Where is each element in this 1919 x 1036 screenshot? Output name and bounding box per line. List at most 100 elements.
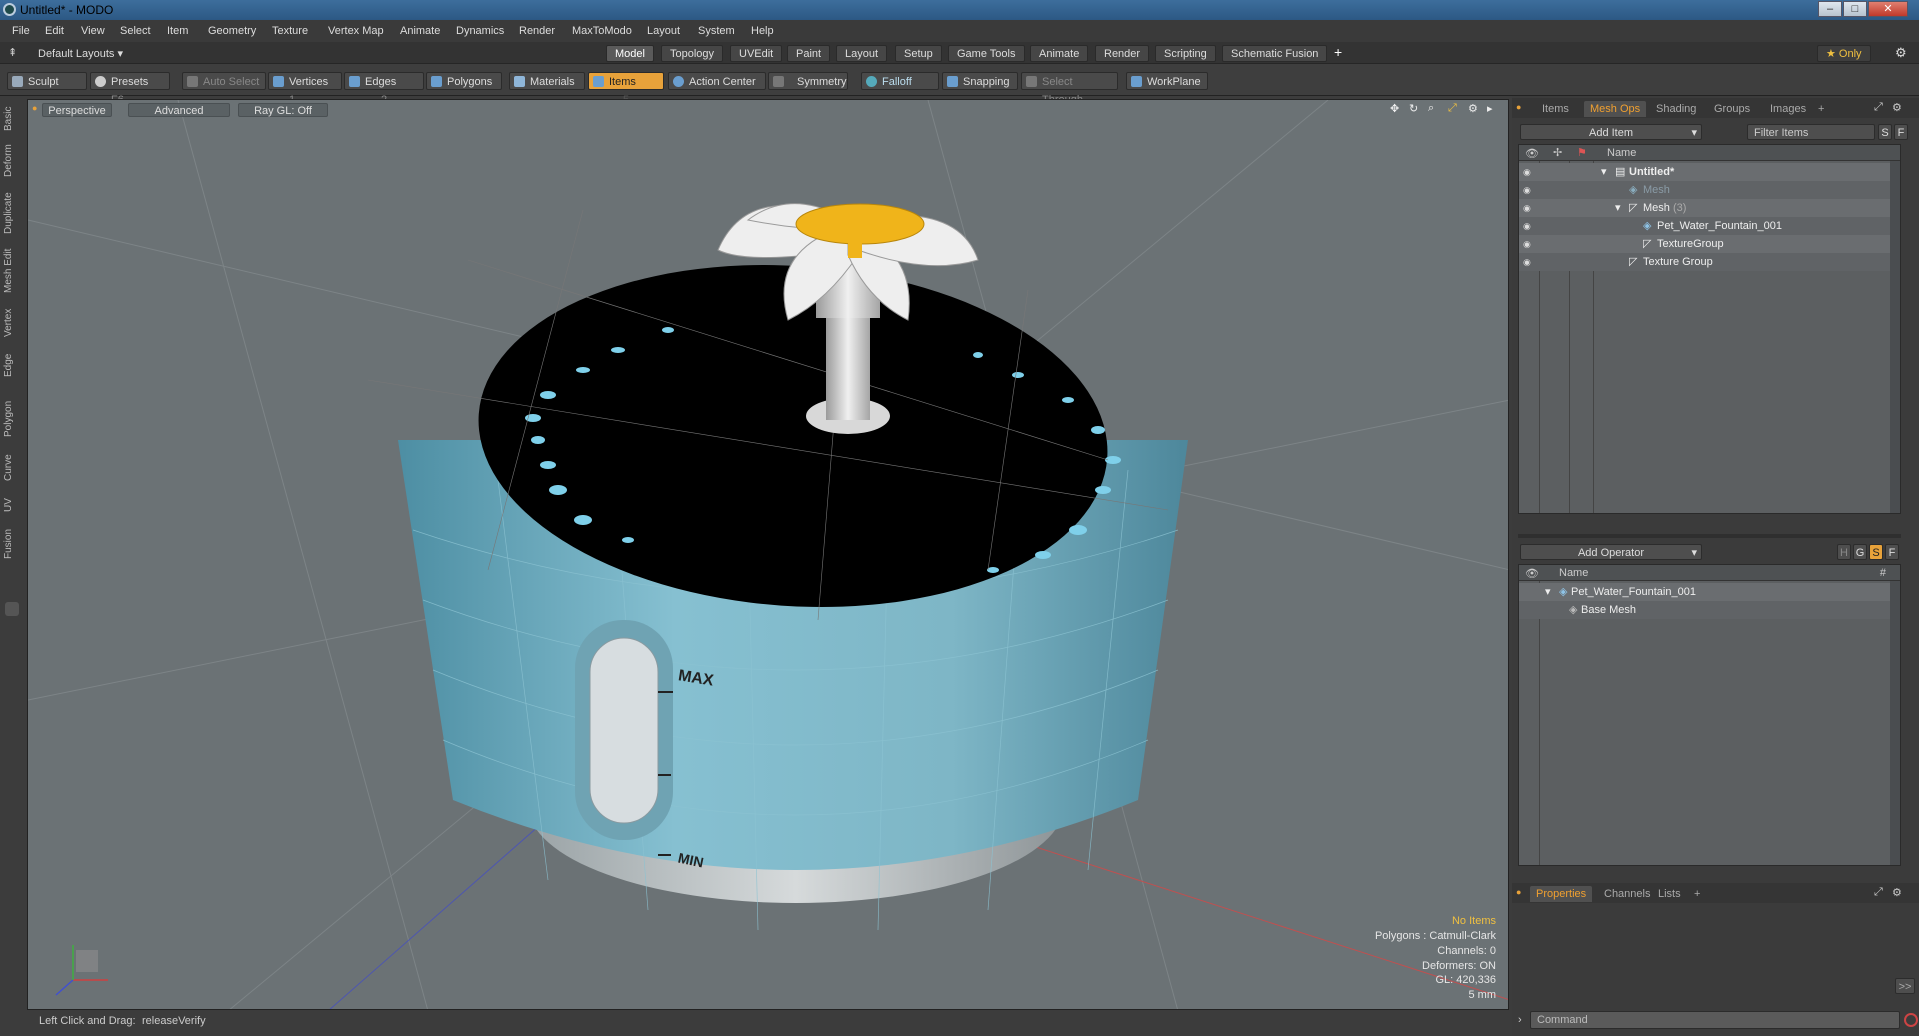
add-tab-button[interactable]: + bbox=[1334, 44, 1342, 60]
menu-dynamics[interactable]: Dynamics bbox=[456, 25, 504, 37]
presets-button[interactable]: Presets F6 bbox=[90, 72, 170, 106]
tab-animate[interactable]: Animate bbox=[1030, 45, 1089, 62]
menu-select[interactable]: Select bbox=[120, 25, 151, 37]
move-view-icon[interactable]: ✥ bbox=[1390, 102, 1399, 115]
item-row-texturegroup[interactable]: ◉ ◸ TextureGroup bbox=[1519, 235, 1900, 253]
panel-expand-icon[interactable]: ⤢ bbox=[1874, 886, 1883, 899]
menu-maxtomodo[interactable]: MaxToModo bbox=[572, 25, 632, 37]
tab-groups[interactable]: Groups bbox=[1708, 101, 1756, 117]
sculpt-button[interactable]: Sculpt bbox=[7, 72, 87, 90]
filter-s-button[interactable]: S bbox=[1878, 124, 1892, 140]
menu-help[interactable]: Help bbox=[751, 25, 774, 37]
tab-topology[interactable]: Topology bbox=[661, 45, 724, 62]
items-button[interactable]: Items 5 bbox=[588, 72, 664, 106]
eye-icon[interactable]: ◉ bbox=[1523, 203, 1533, 213]
fit-view-icon[interactable]: ⤢ bbox=[1448, 102, 1457, 115]
layout-selector[interactable]: Default Layouts ▾ bbox=[38, 47, 123, 60]
panel-menu-icon[interactable]: ● bbox=[1516, 887, 1521, 897]
falloff-button[interactable]: Falloff bbox=[861, 72, 939, 90]
expand-properties-button[interactable]: >> bbox=[1895, 978, 1915, 994]
gear-icon[interactable]: ⚙ bbox=[1895, 45, 1907, 61]
tab-paint[interactable]: Paint bbox=[787, 45, 831, 62]
tab-deform[interactable]: Deform bbox=[3, 142, 20, 180]
panel-expand-icon[interactable]: ⤢ bbox=[1874, 101, 1883, 114]
meshops-s-button[interactable]: S bbox=[1869, 544, 1883, 560]
menu-vertex-map[interactable]: Vertex Map bbox=[328, 25, 384, 37]
tab-vertex[interactable]: Vertex bbox=[3, 304, 20, 342]
tab-properties[interactable]: Properties bbox=[1530, 886, 1593, 902]
menu-view[interactable]: View bbox=[81, 25, 105, 37]
tab-shading[interactable]: Shading bbox=[1650, 101, 1702, 117]
menu-item[interactable]: Item bbox=[167, 25, 188, 37]
menu-animate[interactable]: Animate bbox=[400, 25, 440, 37]
meshops-h-button[interactable]: H bbox=[1837, 544, 1851, 560]
raygl-button[interactable]: Ray GL: Off bbox=[238, 103, 328, 117]
advanced-button[interactable]: Advanced bbox=[128, 103, 230, 117]
eye-icon[interactable]: ◉ bbox=[1523, 221, 1533, 231]
close-button[interactable]: ✕ bbox=[1868, 1, 1908, 17]
item-row-texture-group[interactable]: ◉ ◸ Texture Group bbox=[1519, 253, 1900, 271]
item-list-scrollbar[interactable] bbox=[1890, 161, 1900, 513]
panel-gear-icon[interactable]: ⚙ bbox=[1892, 101, 1902, 114]
workplane-button[interactable]: WorkPlane bbox=[1126, 72, 1208, 90]
tab-layout[interactable]: Layout bbox=[836, 45, 888, 62]
rotate-view-icon[interactable]: ↻ bbox=[1409, 102, 1418, 115]
tab-edge[interactable]: Edge bbox=[3, 350, 20, 380]
expand-arrow-icon[interactable]: ▾ bbox=[1601, 163, 1607, 181]
zoom-view-icon[interactable]: ⌕ bbox=[1428, 102, 1434, 115]
tab-mesh-edit[interactable]: Mesh Edit bbox=[3, 246, 20, 296]
menu-layout[interactable]: Layout bbox=[647, 25, 680, 37]
eye-icon[interactable]: ◉ bbox=[1523, 185, 1533, 195]
meshops-g-button[interactable]: G bbox=[1853, 544, 1867, 560]
select-through-button[interactable]: Select Through bbox=[1021, 72, 1118, 106]
view-expand-icon[interactable]: ▸ bbox=[1487, 102, 1493, 115]
meshops-f-button[interactable]: F bbox=[1885, 544, 1899, 560]
tab-add-button[interactable]: + bbox=[1812, 101, 1830, 117]
viewport-menu-icon[interactable]: ● bbox=[32, 103, 37, 113]
tab-duplicate[interactable]: Duplicate bbox=[3, 188, 20, 238]
tab-add-button[interactable]: + bbox=[1688, 886, 1706, 902]
tab-setup[interactable]: Setup bbox=[895, 45, 942, 62]
vertices-button[interactable]: Vertices 1 bbox=[268, 72, 342, 106]
snapping-button[interactable]: Snapping bbox=[942, 72, 1018, 90]
tab-schematic-fusion[interactable]: Schematic Fusion bbox=[1222, 45, 1328, 62]
edges-button[interactable]: Edges 2 bbox=[344, 72, 424, 106]
tab-items[interactable]: Items bbox=[1536, 101, 1575, 117]
item-row-mesh-placeholder[interactable]: ◉ ◈ Mesh bbox=[1519, 181, 1900, 199]
item-row-mesh-group[interactable]: ◉ ▾ ◸ Mesh (3) bbox=[1519, 199, 1900, 217]
tab-mesh-ops[interactable]: Mesh Ops bbox=[1584, 101, 1647, 117]
menu-edit[interactable]: Edit bbox=[45, 25, 64, 37]
auto-select-button[interactable]: Auto Select bbox=[182, 72, 266, 90]
menu-texture[interactable]: Texture bbox=[272, 25, 308, 37]
mesh-ops-scrollbar[interactable] bbox=[1890, 581, 1900, 865]
3d-viewport[interactable]: MAX MIN ● Perspective Advanced Ray GL: O… bbox=[27, 99, 1509, 1010]
tab-uv[interactable]: UV bbox=[3, 494, 20, 516]
eye-icon[interactable]: ◉ bbox=[1523, 167, 1533, 177]
command-input[interactable]: Command bbox=[1530, 1011, 1900, 1029]
tab-model[interactable]: Model bbox=[606, 45, 654, 62]
action-center-button[interactable]: Action Center bbox=[668, 72, 766, 90]
menu-file[interactable]: File bbox=[12, 25, 30, 37]
materials-button[interactable]: Materials bbox=[509, 72, 585, 90]
eye-icon[interactable]: ◉ bbox=[1523, 239, 1533, 249]
only-toggle[interactable]: ★ Only bbox=[1817, 45, 1871, 62]
panel-menu-icon[interactable]: ● bbox=[1516, 102, 1521, 112]
perspective-button[interactable]: Perspective bbox=[42, 103, 112, 117]
view-settings-icon[interactable]: ⚙ bbox=[1468, 102, 1478, 115]
menu-system[interactable]: System bbox=[698, 25, 735, 37]
add-item-dropdown[interactable]: Add Item ▾ bbox=[1520, 124, 1702, 140]
polygons-button[interactable]: Polygons bbox=[426, 72, 502, 90]
meshop-row-pet-water-fountain[interactable]: ▾ ◈ Pet_Water_Fountain_001 bbox=[1519, 583, 1900, 601]
menu-render[interactable]: Render bbox=[519, 25, 555, 37]
tab-toggle-button[interactable] bbox=[5, 602, 19, 616]
tab-images[interactable]: Images bbox=[1764, 101, 1812, 117]
tab-polygon[interactable]: Polygon bbox=[3, 396, 20, 442]
expand-arrow-icon[interactable]: ▾ bbox=[1545, 583, 1551, 601]
meshop-row-base-mesh[interactable]: ◈ Base Mesh bbox=[1519, 601, 1900, 619]
menu-geometry[interactable]: Geometry bbox=[208, 25, 256, 37]
tab-game-tools[interactable]: Game Tools bbox=[948, 45, 1025, 62]
panel-splitter[interactable] bbox=[1518, 534, 1901, 538]
tab-render[interactable]: Render bbox=[1095, 45, 1150, 62]
filter-f-button[interactable]: F bbox=[1894, 124, 1908, 140]
filter-items-input[interactable]: Filter Items bbox=[1747, 124, 1875, 140]
